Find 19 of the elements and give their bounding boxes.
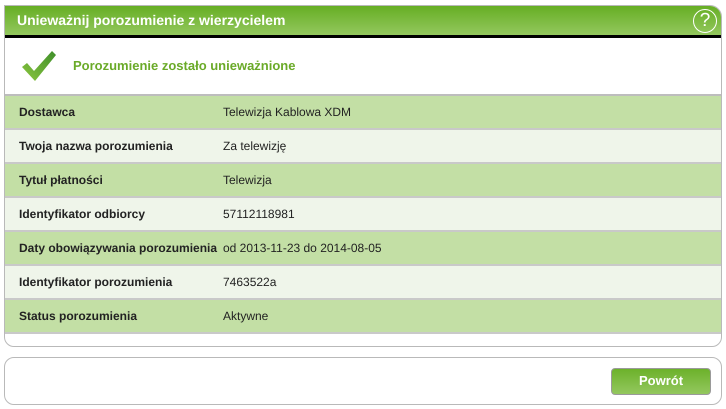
field-value: Aktywne [223,308,268,325]
field-value: Za telewizję [223,138,286,155]
field-value: Telewizja Kablowa XDM [223,104,352,121]
field-label: Dostawca [18,104,76,121]
field-label: Tytuł płatności [18,172,104,189]
field-value: Telewizja [223,172,272,189]
help-button[interactable]: ? [693,8,717,32]
field-label: Twoja nazwa porozumienia [18,138,174,155]
field-value: 57112118981 [223,206,295,223]
panel-title: Unieważnij porozumienie z wierzycielem [17,11,286,30]
field-label: Identyfikator odbiorcy [18,206,146,223]
checkmark-icon [21,50,57,82]
success-message: Porozumienie zostało unieważnione [73,57,296,76]
field-value: od 2013-11-23 do 2014-08-05 [223,240,382,257]
field-label: Identyfikator porozumienia [18,274,174,291]
field-label: Daty obowiązywania porozumienia [18,240,218,257]
field-value: 7463522a [223,274,276,291]
field-label: Status porozumienia [18,308,138,325]
back-button[interactable]: Powrót [611,368,711,394]
